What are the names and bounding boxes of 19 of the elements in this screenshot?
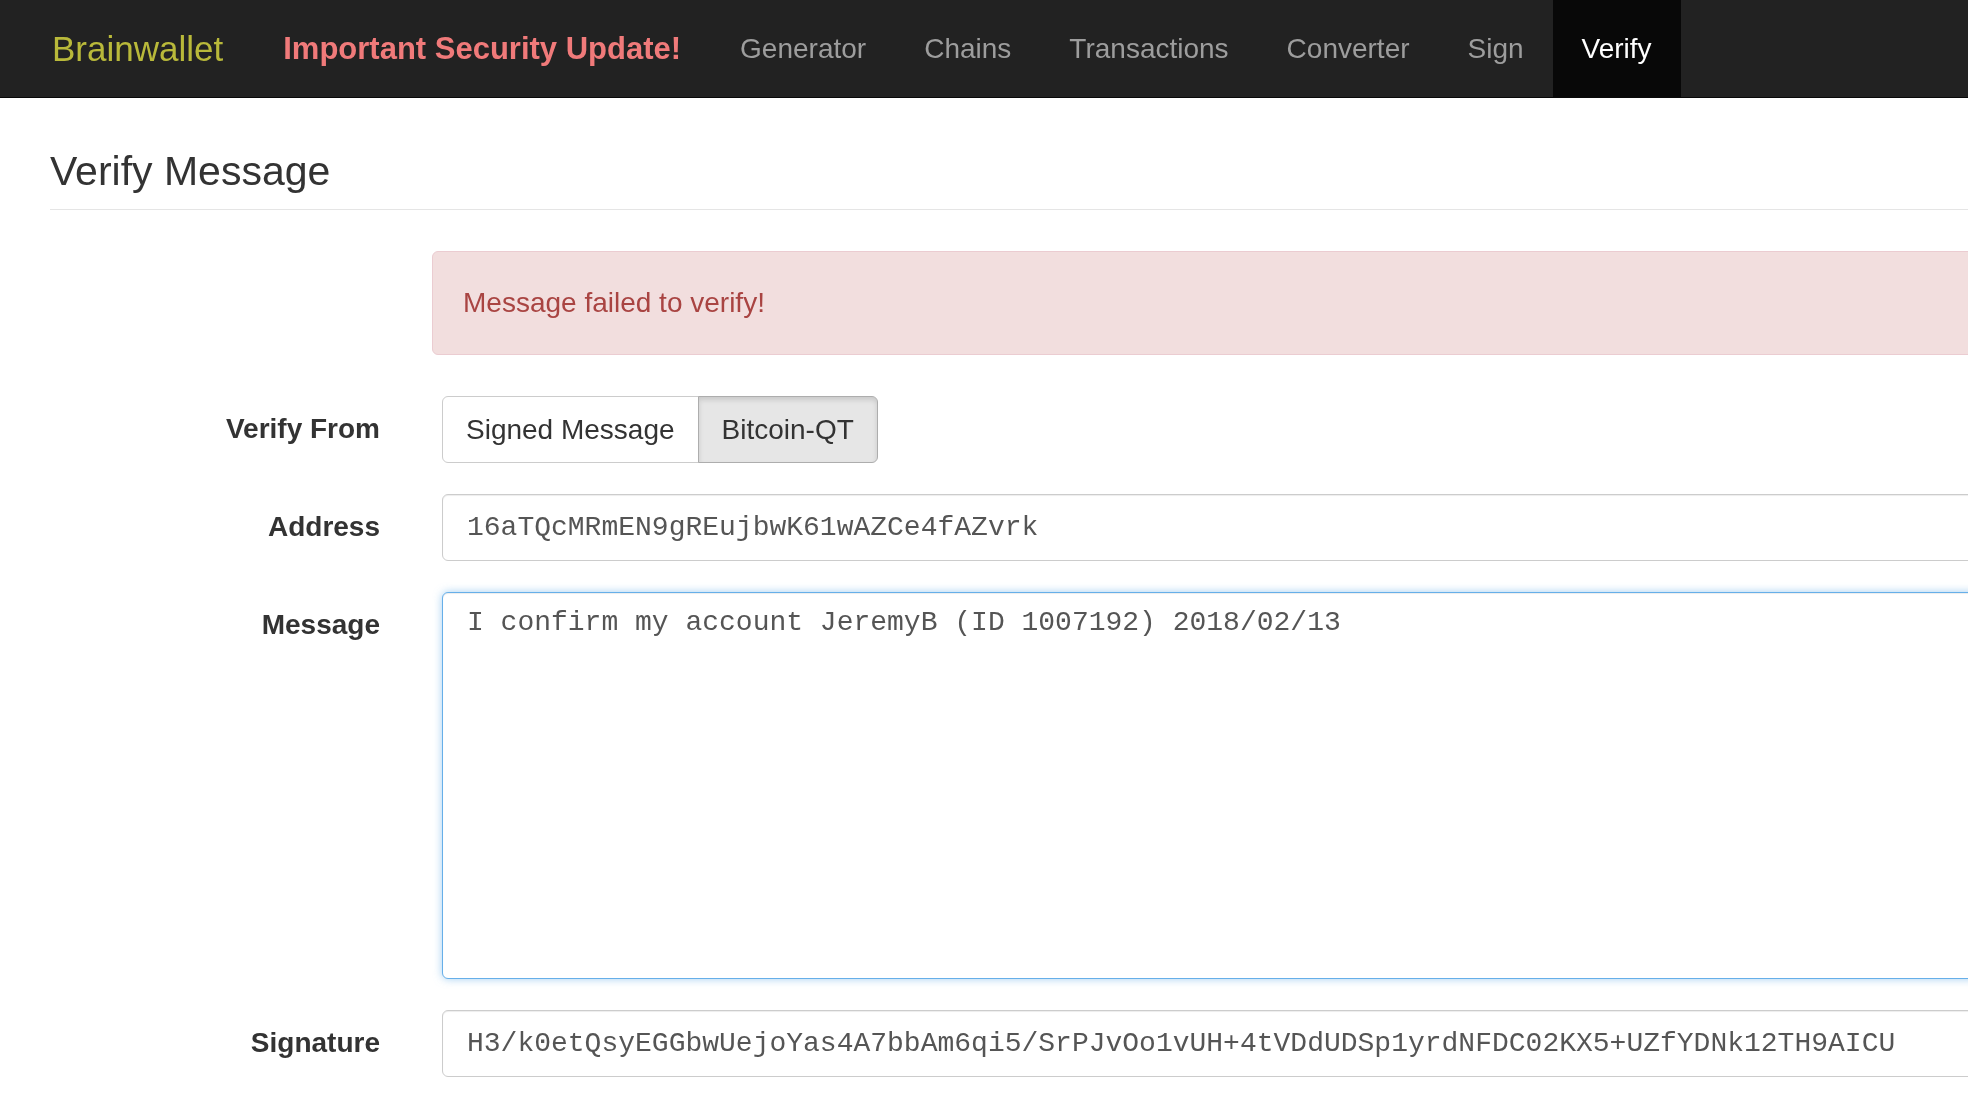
signature-field[interactable]: H3/k0etQsyEGGbwUejoYas4A7bbAm6qi5/SrPJvOo1vUH+4tVDdUDSp1yrdNFDC02KX5+UZfYDNk12TH9AICU xyxy=(442,1010,1968,1077)
security-update-link[interactable]: Important Security Update! xyxy=(283,0,682,97)
toggle-button[interactable]: Bitcoin-QT xyxy=(697,396,878,463)
brand-link[interactable]: Brainwallet xyxy=(52,0,224,97)
field-label: Verify From xyxy=(224,412,381,446)
alert-message: Message failed to verify! xyxy=(463,287,765,319)
nav-tab[interactable]: Chains xyxy=(895,0,1041,97)
message-field[interactable]: I confirm my account JeremyB (ID 1007192) 2018/02/13 xyxy=(442,592,1968,979)
nav-tab[interactable]: Generator xyxy=(711,0,896,97)
address-field[interactable]: 16aTQcMRmEN9gREujbwK61wAZCe4fAZvrk xyxy=(442,494,1968,561)
field-label: Address xyxy=(266,510,381,544)
nav-tab[interactable]: Converter xyxy=(1257,0,1439,97)
field-label: Message xyxy=(260,608,381,642)
nav-tab[interactable]: Sign xyxy=(1438,0,1553,97)
field-label: Signature xyxy=(249,1026,381,1060)
nav-tab[interactable]: Verify xyxy=(1552,0,1681,97)
toggle-button[interactable]: Signed Message xyxy=(442,396,699,463)
nav-tab[interactable]: Transactions xyxy=(1040,0,1258,97)
page-heading: Verify Message xyxy=(50,148,332,195)
